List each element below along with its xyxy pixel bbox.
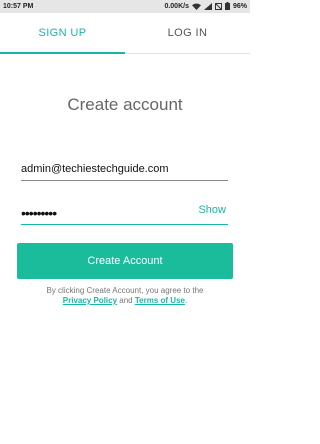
status-indicators: 0.00K/s 96%	[164, 2, 247, 10]
email-field[interactable]	[21, 160, 228, 181]
no-sim-icon	[214, 2, 222, 10]
show-password-toggle[interactable]: Show	[198, 204, 226, 216]
tab-log-in[interactable]: LOG IN	[125, 13, 250, 53]
wifi-icon	[191, 3, 201, 10]
page-title: Create account	[67, 95, 183, 114]
signal-icon	[203, 2, 212, 10]
status-bar: 10:57 PM 0.00K/s 96%	[0, 0, 250, 13]
password-underline	[21, 224, 228, 225]
terms-suffix: .	[184, 296, 188, 305]
tab-sign-up[interactable]: SIGN UP	[0, 13, 125, 54]
terms-of-use-link[interactable]: Terms of Use	[135, 296, 185, 305]
battery-icon	[224, 2, 230, 10]
status-time: 10:57 PM	[3, 3, 34, 10]
terms-prefix: By clicking Create Account, you agree to…	[46, 286, 204, 295]
password-field[interactable]	[21, 204, 186, 224]
auth-tabs: SIGN UP LOG IN	[0, 13, 250, 54]
terms-notice: By clicking Create Account, you agree to…	[0, 286, 250, 306]
network-speed: 0.00K/s	[164, 2, 189, 10]
terms-and: and	[119, 296, 133, 305]
create-account-button[interactable]: Create Account	[17, 243, 233, 279]
battery-percent: 96%	[232, 2, 247, 10]
privacy-policy-link[interactable]: Privacy Policy	[63, 296, 117, 305]
